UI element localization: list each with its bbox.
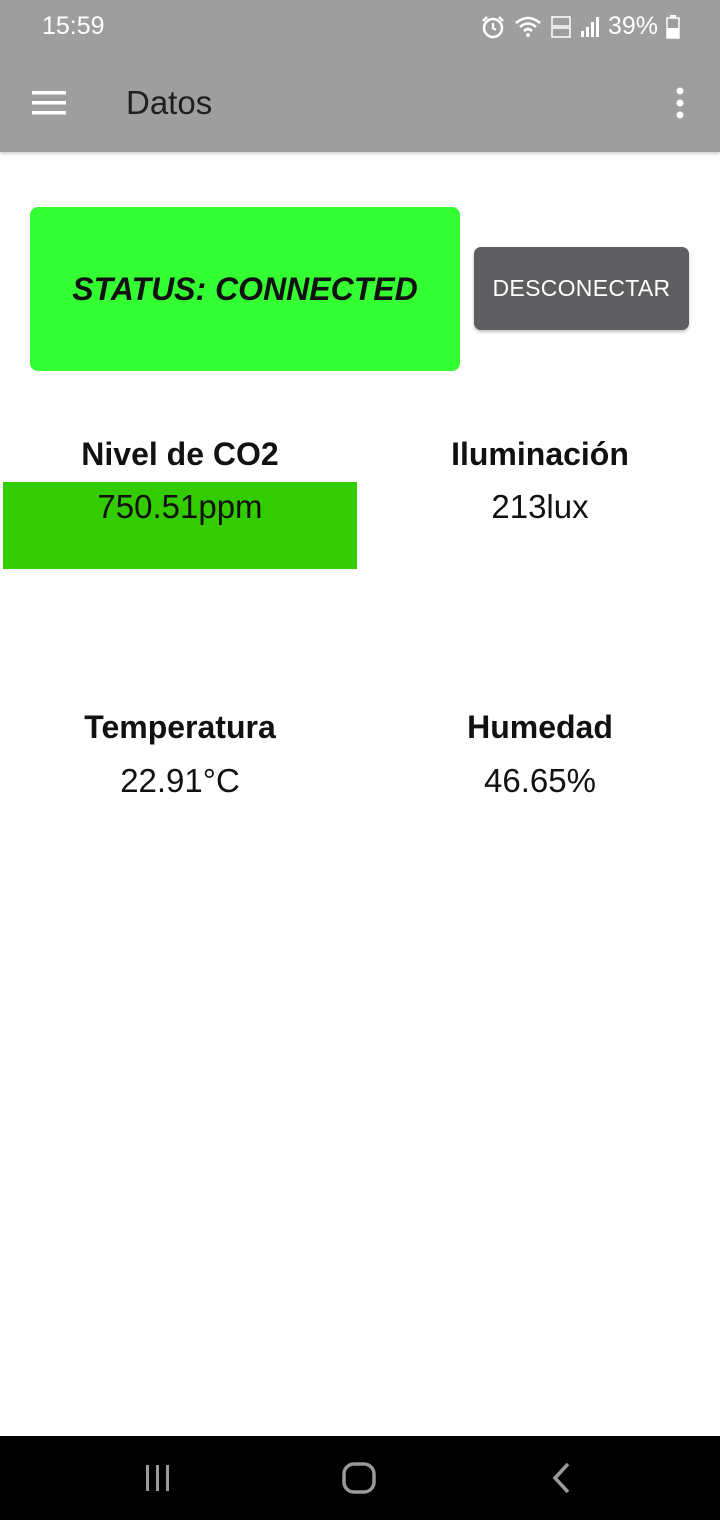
menu-icon[interactable] xyxy=(32,90,66,116)
back-icon[interactable] xyxy=(506,1436,616,1520)
illumination-value: 213lux xyxy=(491,488,589,525)
home-icon[interactable] xyxy=(304,1436,414,1520)
connection-status-text: STATUS: CONNECTED xyxy=(72,270,418,307)
disconnect-button[interactable]: DESCONECTAR xyxy=(474,247,689,330)
overflow-menu-icon[interactable] xyxy=(668,86,692,122)
system-status-bar: 15:59 39% xyxy=(0,0,720,56)
humidity-label: Humedad xyxy=(467,709,613,745)
humidity-value: 46.65% xyxy=(484,762,596,799)
status-time: 15:59 xyxy=(42,12,105,40)
app-bar: Datos xyxy=(0,56,720,152)
co2-label: Nivel de CO2 xyxy=(81,436,279,472)
recent-apps-icon[interactable] xyxy=(103,1436,213,1520)
illumination-label: Iluminación xyxy=(451,436,629,472)
battery-icon xyxy=(666,14,680,39)
alarm-icon xyxy=(480,14,506,40)
temperature-value: 22.91°C xyxy=(120,762,240,799)
volte-icon xyxy=(550,15,572,39)
signal-icon xyxy=(580,16,600,38)
battery-percent: 39% xyxy=(607,12,658,40)
wifi-icon xyxy=(514,15,542,39)
system-navigation-bar xyxy=(0,1436,720,1520)
status-icons: 39% xyxy=(480,12,680,41)
connection-status-box: STATUS: CONNECTED xyxy=(30,207,460,371)
page-title: Datos xyxy=(126,84,213,121)
co2-value: 750.51ppm xyxy=(97,488,263,525)
temperature-label: Temperatura xyxy=(84,709,276,745)
